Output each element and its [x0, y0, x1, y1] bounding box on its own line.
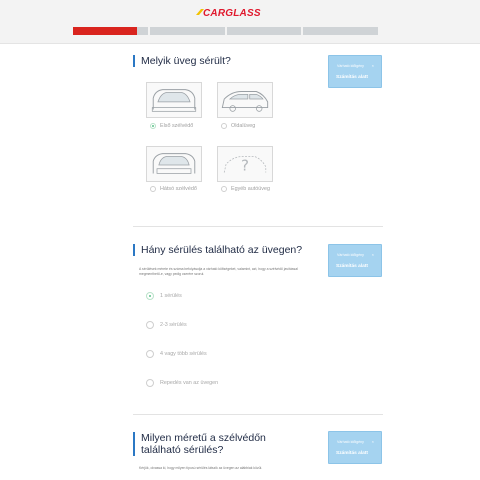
calculation-box: Várható időigény × Számítás alatt: [328, 244, 382, 277]
svg-text:?: ?: [241, 157, 249, 175]
radio-button[interactable]: [221, 123, 227, 129]
progress-segment: [149, 27, 225, 35]
option-label: 1 sérülés: [160, 293, 182, 299]
calculating-label: Számítás alatt: [336, 451, 368, 456]
option-front-windshield[interactable]: Első szélvédő: [150, 123, 193, 129]
question-title: Milyen méretű a szélvédőn található sérü…: [133, 432, 308, 456]
rear-windshield-icon: [152, 153, 196, 174]
front-windshield-icon: [151, 89, 197, 112]
section-divider: [133, 414, 383, 415]
calculating-label: Számítás alatt: [336, 75, 368, 80]
radio-button[interactable]: [150, 186, 156, 192]
question-description: Kérjük, olvassa ki, hogy milyen típusú s…: [139, 466, 263, 470]
radio-button[interactable]: [146, 292, 154, 300]
close-icon[interactable]: ×: [372, 252, 374, 257]
close-icon[interactable]: ×: [372, 63, 374, 68]
radio-button[interactable]: [146, 321, 154, 329]
option-label: Egyéb autóüveg: [231, 186, 270, 192]
progress-bar: [73, 27, 378, 35]
time-estimate-caption: Várható időigény: [337, 253, 364, 257]
side-window-icon: [221, 91, 269, 112]
progress-segment: [303, 27, 378, 35]
carglass-logo[interactable]: CARGLASS: [203, 8, 261, 19]
radio-button[interactable]: [150, 123, 156, 129]
calculation-box: Várható időigény × Számítás alatt: [328, 55, 382, 88]
progress-fill: [73, 27, 138, 35]
question-description: A sérülések mérete és száma befolyásolja…: [139, 267, 298, 276]
option-label: Hátsó szélvédő: [160, 186, 197, 192]
section-divider: [133, 226, 383, 227]
progress-segment: [73, 27, 148, 35]
radio-button[interactable]: [146, 350, 154, 358]
option-rear-windshield[interactable]: Hátsó szélvédő: [150, 186, 197, 192]
rear-windshield-card[interactable]: [146, 146, 202, 182]
option-side-window[interactable]: Oldalüveg: [221, 123, 255, 129]
calculation-box: Várható időigény × Számítás alatt: [328, 431, 382, 464]
option-damage-count-2-3[interactable]: 2-3 sérülés: [146, 321, 187, 329]
progress-segment: [226, 27, 302, 35]
other-glass-card[interactable]: ?: [217, 146, 273, 182]
option-label: 4 vagy több sérülés: [160, 351, 207, 357]
option-crack[interactable]: Repedés van az üvegen: [146, 379, 218, 387]
time-estimate-caption: Várható időigény: [337, 440, 364, 444]
calculating-label: Számítás alatt: [336, 264, 368, 269]
close-icon[interactable]: ×: [372, 439, 374, 444]
option-damage-count-4-plus[interactable]: 4 vagy több sérülés: [146, 350, 207, 358]
site-header: CARGLASS: [0, 0, 480, 44]
windshield-front-card[interactable]: [146, 82, 202, 118]
option-label: Oldalüveg: [231, 123, 256, 129]
option-label: Repedés van az üvegen: [160, 380, 219, 386]
option-label: Első szélvédő: [160, 123, 194, 129]
other-glass-question-icon: ?: [223, 156, 267, 175]
time-estimate-caption: Várható időigény: [337, 64, 364, 68]
side-window-card[interactable]: [217, 82, 273, 118]
radio-button[interactable]: [146, 379, 154, 387]
option-other-glass[interactable]: Egyéb autóüveg: [221, 186, 270, 192]
option-damage-count-1[interactable]: 1 sérülés: [146, 292, 182, 300]
radio-button[interactable]: [221, 186, 227, 192]
option-label: 2-3 sérülés: [160, 322, 187, 328]
